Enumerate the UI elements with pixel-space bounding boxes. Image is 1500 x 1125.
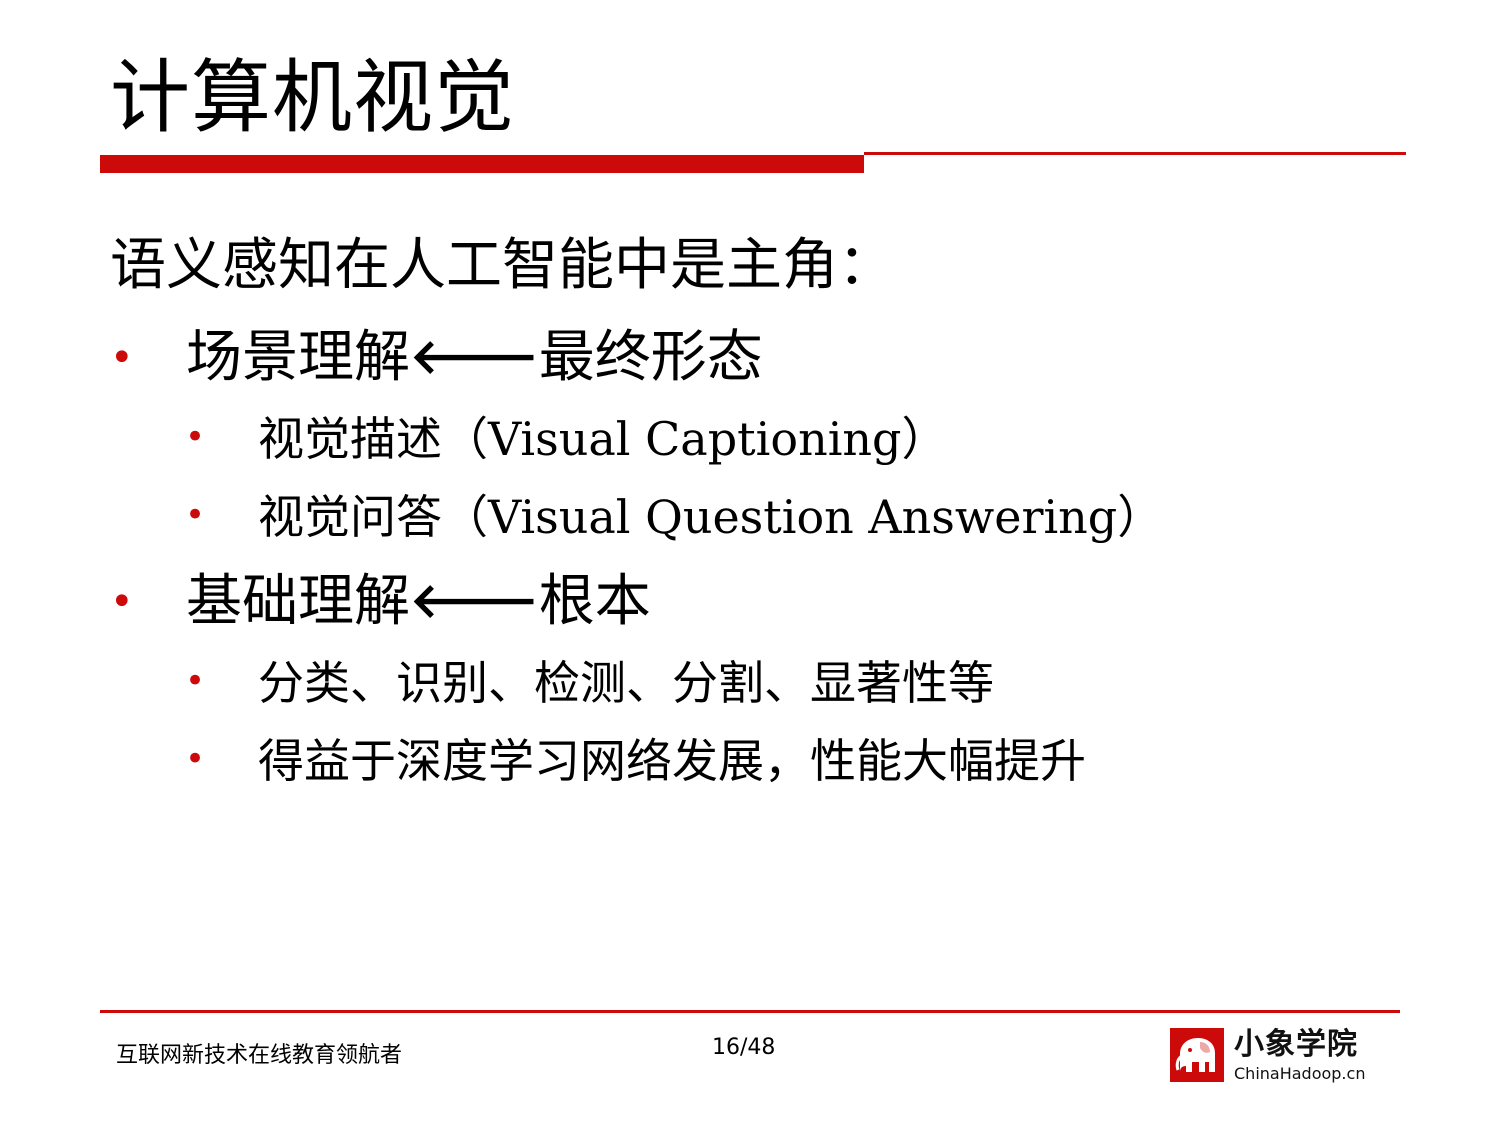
elephant-logo-icon: [1170, 1028, 1224, 1082]
bullet-label-before: 基础理解: [186, 569, 410, 634]
bullet-dot: •: [185, 739, 206, 779]
page-number: 16/48: [712, 1035, 776, 1060]
slide-title: 计算机视觉: [110, 51, 515, 144]
sub-bullet-text: 视觉问答（Visual Question Answering）: [258, 490, 1164, 544]
title-rule-thin: [864, 152, 1406, 155]
bullet-dot: •: [110, 579, 134, 625]
bullet-dot: •: [185, 417, 206, 457]
bullet-label-after: 最终形态: [538, 325, 763, 390]
bullet-text: 场景理解🡐最终形态: [186, 330, 763, 386]
bullet-text: 基础理解🡐根本: [186, 574, 651, 630]
bullet-label-after: 根本: [538, 569, 651, 634]
footer-rule: [100, 1010, 1400, 1013]
left-arrow-icon: 🡐: [410, 329, 539, 385]
sub-bullet-text: 得益于深度学习网络发展，性能大幅提升: [258, 734, 1086, 788]
bullet-dot: •: [185, 661, 206, 701]
logo-url: ChinaHadoop.cn: [1234, 1064, 1366, 1083]
bullet-dot: •: [185, 495, 206, 535]
sub-bullet-text: 视觉描述（Visual Captioning）: [258, 412, 948, 466]
logo-name: 小象学院: [1234, 1027, 1358, 1062]
brand-logo: 小象学院 ChinaHadoop.cn: [1170, 1028, 1392, 1086]
bullet-dot: •: [110, 335, 134, 381]
sub-bullet-text: 分类、识别、检测、分割、显著性等: [258, 656, 994, 710]
bullet-label-before: 场景理解: [186, 325, 410, 390]
title-rule-thick: [100, 155, 864, 173]
footer-tagline: 互联网新技术在线教育领航者: [116, 1043, 403, 1068]
intro-line: 语义感知在人工智能中是主角：: [110, 233, 894, 298]
left-arrow-icon: 🡐: [410, 573, 539, 629]
